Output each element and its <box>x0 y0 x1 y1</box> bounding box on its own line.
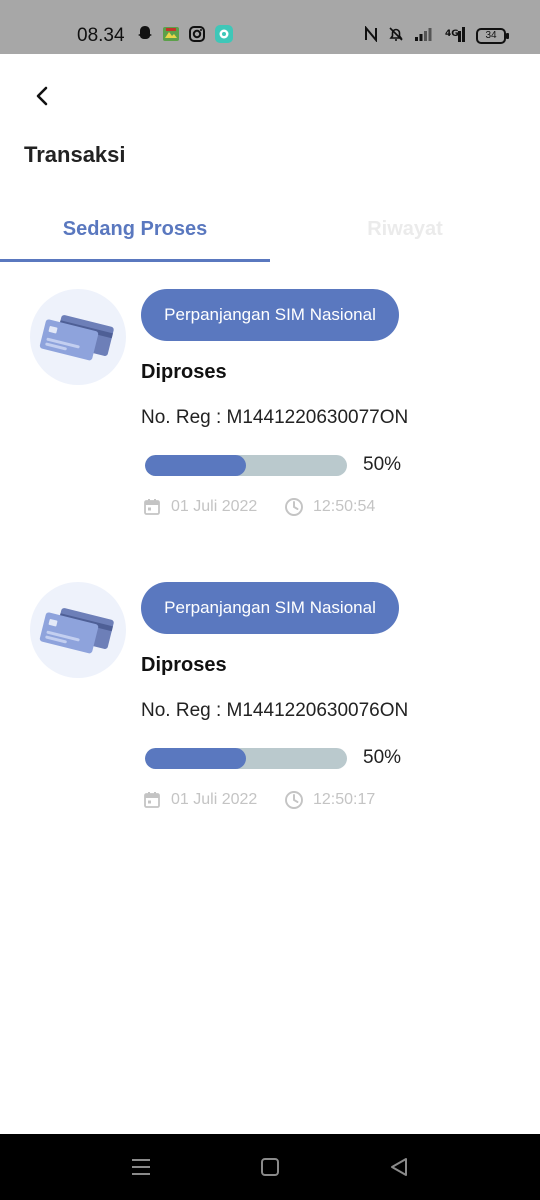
status-time: 08.34 <box>77 25 125 46</box>
page-title: Transaksi <box>24 142 126 167</box>
transaction-meta: 01 Juli 2022 12:50:17 <box>141 787 375 813</box>
back-arrow-icon <box>36 86 48 106</box>
notification-icons <box>136 24 234 48</box>
tab-sedang-proses[interactable]: Sedang Proses <box>0 196 270 262</box>
progress-fill <box>145 748 246 769</box>
transaction-date: 01 Juli 2022 <box>171 791 258 808</box>
transaction-status: Diproses <box>141 654 227 676</box>
card-avatar <box>30 582 126 678</box>
active-tab-indicator <box>0 259 270 262</box>
calendar-icon <box>141 496 163 518</box>
home-button[interactable] <box>254 1152 286 1182</box>
instagram-icon <box>188 25 206 48</box>
calendar-icon <box>141 789 163 811</box>
progress-bar <box>145 455 347 476</box>
mute-icon <box>388 26 404 47</box>
transaction-item[interactable]: Perpanjangan SIM Nasional Diproses No. R… <box>0 289 540 529</box>
signal-icon <box>414 26 432 47</box>
transaction-date: 01 Juli 2022 <box>171 498 258 515</box>
status-bar: 08.34 4G 34 <box>0 0 540 54</box>
tab-riwayat[interactable]: Riwayat <box>270 196 540 262</box>
progress-fill <box>145 455 246 476</box>
clock-icon <box>283 496 305 518</box>
service-badge: Perpanjangan SIM Nasional <box>141 582 399 634</box>
back-triangle-icon <box>391 1158 407 1176</box>
card-avatar <box>30 289 126 385</box>
transaction-status: Diproses <box>141 361 227 383</box>
system-nav-bar <box>0 1134 540 1200</box>
clock-icon <box>283 789 305 811</box>
back-button[interactable] <box>26 80 58 112</box>
menu-lines-icon <box>132 1159 150 1175</box>
battery-icon: 34 <box>476 28 509 44</box>
recent-apps-button[interactable] <box>125 1152 157 1182</box>
progress-percent: 50% <box>363 747 402 768</box>
mobile-data-icon: 4G <box>442 25 466 48</box>
app-notification-icon <box>162 25 180 48</box>
system-back-button[interactable] <box>383 1152 415 1182</box>
registration-number: No. Reg : M1441220630076ON <box>141 700 409 721</box>
progress-bar <box>145 748 347 769</box>
transaction-time: 12:50:17 <box>313 791 376 808</box>
transaction-time: 12:50:54 <box>313 498 376 515</box>
snapchat-icon <box>136 25 154 48</box>
credit-card-icon <box>39 608 114 654</box>
home-square-icon <box>261 1158 279 1176</box>
chat-app-icon <box>214 24 234 49</box>
progress-percent: 50% <box>363 454 402 475</box>
registration-number: No. Reg : M1441220630077ON <box>141 407 409 428</box>
svg-text:4G: 4G <box>445 29 459 39</box>
service-badge: Perpanjangan SIM Nasional <box>141 289 399 341</box>
nfc-icon <box>364 24 378 47</box>
tab-bar: Sedang Proses Riwayat <box>0 196 540 266</box>
transaction-item[interactable]: Perpanjangan SIM Nasional Diproses No. R… <box>0 582 540 822</box>
system-status-icons: 4G 34 <box>364 24 509 48</box>
transaction-meta: 01 Juli 2022 12:50:54 <box>141 494 375 520</box>
credit-card-icon <box>39 315 114 361</box>
